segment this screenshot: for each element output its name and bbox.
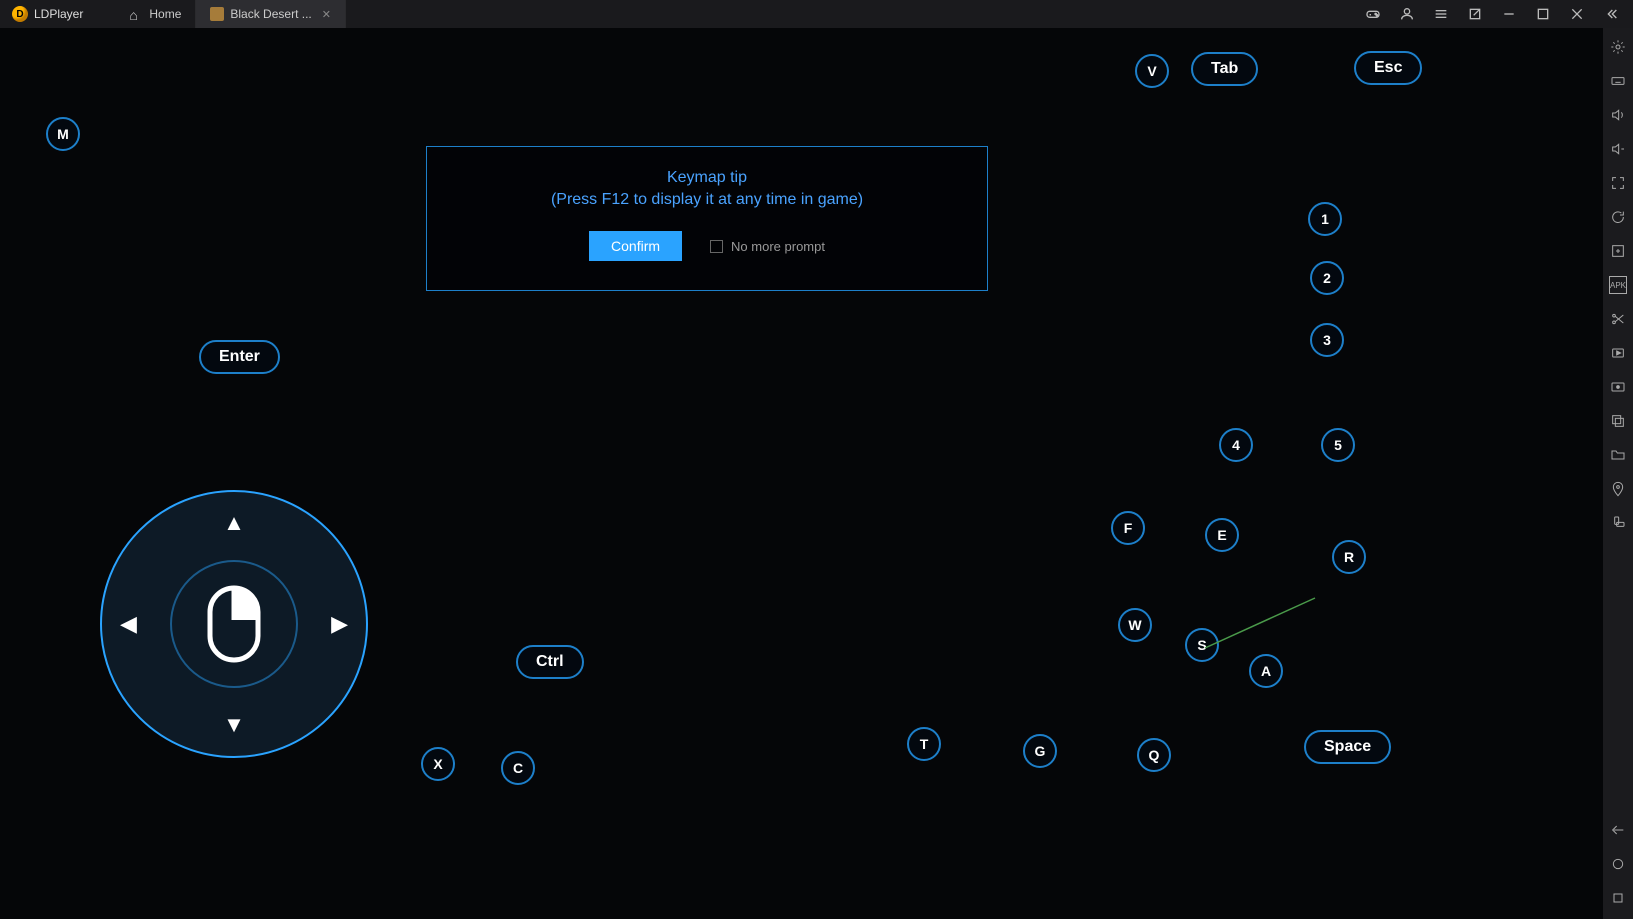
- key-esc[interactable]: Esc: [1354, 51, 1422, 85]
- volume-up-icon[interactable]: [1609, 106, 1627, 124]
- key-q[interactable]: Q: [1137, 738, 1171, 772]
- popup-subtitle: (Press F12 to display it at any time in …: [551, 189, 863, 211]
- joystick-wheel[interactable]: ▲ ▼ ◀ ▶: [100, 490, 368, 758]
- key-tab[interactable]: Tab: [1191, 52, 1258, 86]
- tab-label: Home: [149, 7, 181, 21]
- popup-title: Keymap tip: [551, 167, 863, 189]
- key-g[interactable]: G: [1023, 734, 1057, 768]
- maximize-icon[interactable]: [1535, 6, 1551, 22]
- tab-close-icon[interactable]: ✕: [322, 8, 331, 21]
- key-3[interactable]: 3: [1310, 323, 1344, 357]
- key-5[interactable]: 5: [1321, 428, 1355, 462]
- key-t[interactable]: T: [907, 727, 941, 761]
- no-more-prompt[interactable]: No more prompt: [710, 239, 825, 254]
- key-1[interactable]: 1: [1308, 202, 1342, 236]
- user-icon[interactable]: [1399, 6, 1415, 22]
- collapse-icon[interactable]: [1603, 6, 1619, 22]
- arrow-left-icon: ◀: [120, 611, 137, 637]
- key-ctrl[interactable]: Ctrl: [516, 645, 584, 679]
- fullscreen-icon[interactable]: [1609, 174, 1627, 192]
- recent-square-icon[interactable]: [1609, 889, 1627, 907]
- keymap-tip-popup: Keymap tip (Press F12 to display it at a…: [426, 146, 988, 291]
- key-r[interactable]: R: [1332, 540, 1366, 574]
- key-e[interactable]: E: [1205, 518, 1239, 552]
- volume-down-icon[interactable]: [1609, 140, 1627, 158]
- tab-black-desert[interactable]: Black Desert ... ✕: [196, 0, 346, 28]
- folder-icon[interactable]: [1609, 446, 1627, 464]
- screenshot-icon[interactable]: [1609, 378, 1627, 396]
- confirm-button[interactable]: Confirm: [589, 231, 682, 261]
- tab-home[interactable]: Home: [115, 0, 196, 28]
- minimize-icon[interactable]: [1501, 6, 1517, 22]
- app-brand: D LDPlayer: [0, 6, 95, 22]
- no-more-label: No more prompt: [731, 239, 825, 254]
- key-space[interactable]: Space: [1304, 730, 1391, 764]
- scissors-icon[interactable]: [1609, 310, 1627, 328]
- key-f[interactable]: F: [1111, 511, 1145, 545]
- copy-icon[interactable]: [1609, 412, 1627, 430]
- key-2[interactable]: 2: [1310, 261, 1344, 295]
- key-x[interactable]: X: [421, 747, 455, 781]
- key-w[interactable]: W: [1118, 608, 1152, 642]
- add-window-icon[interactable]: [1609, 242, 1627, 260]
- rotate-icon[interactable]: [1609, 514, 1627, 532]
- popout-icon[interactable]: [1467, 6, 1483, 22]
- key-m[interactable]: M: [46, 117, 80, 151]
- right-toolbar: APK: [1603, 28, 1633, 919]
- key-v[interactable]: V: [1135, 54, 1169, 88]
- back-arrow-icon[interactable]: [1609, 821, 1627, 839]
- arrow-down-icon: ▼: [223, 712, 245, 738]
- joystick-inner: [170, 560, 298, 688]
- app-name: LDPlayer: [34, 7, 83, 21]
- location-pin-icon[interactable]: [1609, 480, 1627, 498]
- titlebar: D LDPlayer Home Black Desert ... ✕: [0, 0, 1633, 28]
- ldplayer-logo-icon: D: [12, 6, 28, 22]
- trace-line: [1200, 593, 1320, 653]
- mouse-icon: [206, 584, 262, 664]
- home-icon: [129, 7, 143, 21]
- arrow-up-icon: ▲: [223, 510, 245, 536]
- tabs-row: Home Black Desert ... ✕: [115, 0, 346, 28]
- key-enter[interactable]: Enter: [199, 340, 280, 374]
- popup-row: Confirm No more prompt: [589, 231, 825, 261]
- key-a[interactable]: A: [1249, 654, 1283, 688]
- tab-label: Black Desert ...: [230, 7, 311, 21]
- keyboard-icon[interactable]: [1609, 72, 1627, 90]
- settings-gear-icon[interactable]: [1609, 38, 1627, 56]
- apk-icon[interactable]: APK: [1609, 276, 1627, 294]
- home-triangle-icon[interactable]: [1609, 855, 1627, 873]
- titlebar-right: [1351, 6, 1633, 22]
- key-4[interactable]: 4: [1219, 428, 1253, 462]
- game-icon: [210, 7, 224, 21]
- arrow-right-icon: ▶: [331, 611, 348, 637]
- record-icon[interactable]: [1609, 344, 1627, 362]
- game-stage: M Enter V Tab Esc 1 2 3 4 5 F E R W S A …: [0, 28, 1603, 919]
- checkbox-icon[interactable]: [710, 240, 723, 253]
- key-c[interactable]: C: [501, 751, 535, 785]
- refresh-icon[interactable]: [1609, 208, 1627, 226]
- popup-text: Keymap tip (Press F12 to display it at a…: [551, 167, 863, 211]
- menu-icon[interactable]: [1433, 6, 1449, 22]
- close-icon[interactable]: [1569, 6, 1585, 22]
- gamepad-icon[interactable]: [1365, 6, 1381, 22]
